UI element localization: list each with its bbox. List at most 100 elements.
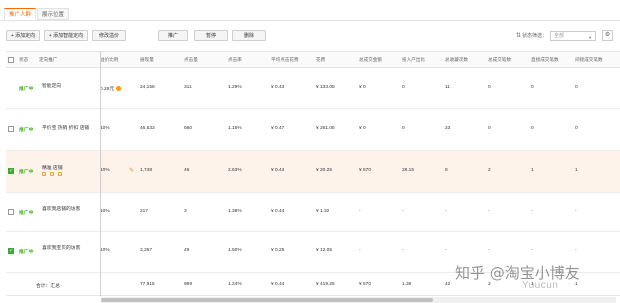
table-row[interactable]: 推广中 喜欢我店铺的访客 10% 217 3 1.38% ¥ 0.44 ¥ 1.… (6, 193, 620, 232)
roi-cell: 28.15 (402, 168, 415, 173)
add-smart-targeting-button[interactable]: + 添加智能定向 (44, 30, 88, 41)
roi-cell: - (402, 248, 404, 253)
cost-cell: ¥ 261.06 (316, 126, 335, 131)
cpc-cell: ¥ 0.44 (271, 209, 285, 214)
col-cpc[interactable]: 平均点击花费 (271, 52, 299, 68)
horizontal-scrollbar[interactable] (101, 297, 616, 303)
summary-cpc: ¥ 0.44 (271, 282, 285, 287)
status-label: 推广中 (19, 211, 34, 216)
cpc-cell: ¥ 0.44 (271, 168, 285, 173)
pencil-icon[interactable]: ✎ (129, 167, 134, 174)
summary-roi: 1.36 (402, 282, 412, 287)
favorites-cell: - (445, 209, 447, 214)
cost-cell: ¥ 1.32 (316, 209, 330, 214)
targeting-name: 喜欢我宝贝的访客 (42, 246, 81, 251)
cost-cell: ¥ 20.25 (316, 168, 333, 173)
row-checkbox[interactable] (8, 126, 14, 132)
status-label: 推广中 (19, 87, 34, 92)
col-clicks[interactable]: 点击量 (184, 52, 198, 68)
direct-orders-cell: 0 (531, 85, 534, 90)
toolbar: + 添加定向 + 添加智能定向 修改溢价 推广 暂停 删除 ⇅ 状态筛选： 全部… (6, 30, 614, 42)
favorites-cell: - (445, 248, 447, 253)
targeting-name: 精准 店铺 (42, 166, 63, 171)
status-filter: ⇅ 状态筛选： 全部 ▼ ⚙ (516, 30, 614, 41)
tab-audience[interactable]: 推广人群 (4, 8, 37, 20)
col-roi[interactable]: 投入产出比 (402, 52, 425, 68)
table-row[interactable]: 推广中 智能定向 0.26元 24,158 311 1.29% ¥ 0.43 ¥… (6, 68, 620, 109)
scrollbar-thumb[interactable] (101, 298, 433, 302)
orders-cell: 0 (488, 126, 491, 131)
row-checkbox[interactable] (8, 248, 14, 254)
cost-cell: ¥ 12.05 (316, 248, 333, 253)
roi-cell: - (402, 209, 404, 214)
col-ctr[interactable]: 点击率 (228, 52, 242, 68)
targeting-name: 喜欢我店铺的访客 (42, 207, 81, 212)
col-favorites[interactable]: 总收藏次数 (445, 52, 468, 68)
summary-label: 合计：汇总 (36, 284, 60, 289)
targeting-name: 智能定向 (42, 84, 62, 89)
col-cost[interactable]: 花费 (316, 52, 325, 68)
clicks-cell: 560 (184, 126, 193, 131)
col-status[interactable]: 状态 (19, 52, 28, 68)
impressions-cell: 217 (140, 209, 149, 214)
impressions-cell: 3,267 (140, 248, 153, 253)
cost-cell: ¥ 133.08 (316, 85, 335, 90)
clicks-cell: 3 (184, 209, 187, 214)
direct-orders-cell: 0 (531, 126, 534, 131)
pause-button[interactable]: 暂停 (194, 30, 228, 41)
frozen-column-shadow (100, 51, 102, 296)
summary-cost: ¥ 419.25 (316, 282, 335, 287)
gmv-cell: ¥ 0 (359, 85, 366, 90)
premium-value: 0.26元 (100, 87, 115, 92)
add-targeting-button[interactable]: + 添加定向 (6, 30, 40, 41)
orders-cell: - (488, 248, 490, 253)
summary-favorites: 42 (445, 282, 451, 287)
orders-cell: 0 (488, 85, 491, 90)
col-gmv[interactable]: 总成交金额 (359, 52, 382, 68)
direct-orders-cell: - (531, 209, 533, 214)
table-row[interactable]: 推广中 精准 店铺 10% ✎ 1,748 46 2.63% ¥ 0.44 ¥ … (6, 151, 620, 193)
orders-cell: - (488, 209, 490, 214)
ctr-cell: 1.29% (228, 85, 242, 90)
ctr-cell: 1.50% (228, 248, 242, 253)
impressions-cell: 24,158 (140, 85, 155, 90)
col-orders[interactable]: 总成交笔数 (488, 52, 511, 68)
roi-cell: 0 (402, 126, 405, 131)
col-indirect-orders[interactable]: 间接成交笔数 (575, 52, 603, 68)
impressions-cell: 46,533 (140, 126, 155, 131)
status-select-value: 全部 (554, 32, 565, 39)
targeting-name: 平价宝 热销 折扣 店铺 (42, 126, 90, 131)
status-select[interactable]: 全部 ▼ (550, 30, 597, 41)
table-row[interactable]: 推广中 平价宝 热销 折扣 店铺 10% 46,533 560 1.15% ¥ … (6, 109, 620, 151)
summary-impressions: 77,915 (140, 282, 155, 287)
gear-icon[interactable]: ⚙ (602, 30, 614, 41)
col-direct-orders[interactable]: 直接成交笔数 (531, 52, 559, 68)
gmv-cell: ¥ 0 (359, 126, 366, 131)
indirect-orders-cell: 0 (575, 85, 578, 90)
status-label: 推广中 (19, 170, 34, 175)
row-checkbox[interactable] (8, 209, 14, 215)
coin-icon (116, 86, 122, 92)
modify-premium-button[interactable]: 修改溢价 (92, 30, 126, 41)
promote-button[interactable]: 推广 (158, 30, 188, 41)
favorites-cell: 11 (445, 85, 450, 90)
copy-icon[interactable] (58, 172, 62, 176)
edit-icon[interactable] (42, 172, 46, 176)
row-checkbox[interactable] (8, 168, 14, 174)
col-impressions[interactable]: 展现量 (140, 52, 154, 68)
summary-clicks: 969 (184, 282, 193, 287)
clicks-cell: 49 (184, 248, 190, 253)
status-label: 推广中 (19, 128, 34, 133)
favorites-cell: 23 (445, 126, 451, 131)
col-targeting[interactable]: 定向推广 (39, 52, 57, 68)
delete-button[interactable]: 删除 (232, 30, 266, 41)
premium-cell[interactable]: 0.26元 (100, 85, 122, 92)
tab-placement[interactable]: 展示位置 (37, 8, 70, 20)
summary-gmv: ¥ 570 (359, 282, 372, 287)
indirect-orders-cell: - (575, 248, 577, 253)
watermark: 知乎 @淘宝小博友 (455, 264, 580, 282)
select-all-checkbox[interactable] (8, 57, 14, 63)
delete-icon[interactable] (50, 172, 54, 176)
col-premium[interactable]: 溢价比例 (100, 52, 118, 68)
impressions-cell: 1,748 (140, 168, 153, 173)
